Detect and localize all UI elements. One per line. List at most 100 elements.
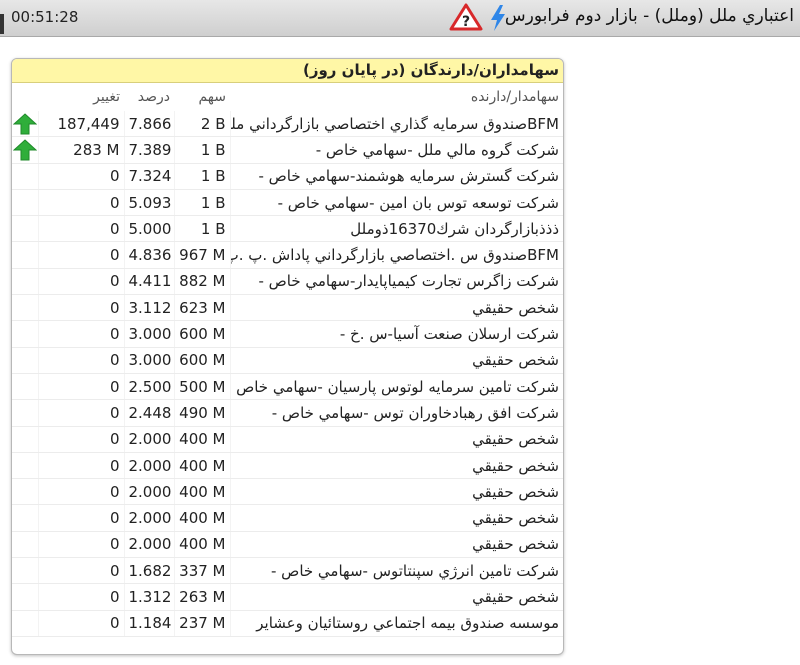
holder-name-cell: شركت گسترش سرمايه هوشمند-سهامي خاص -: [230, 163, 563, 190]
header-holder[interactable]: سهامدار/دارنده: [230, 83, 563, 111]
trend-cell: [12, 189, 39, 217]
trend-cell: [12, 347, 39, 374]
holder-name-cell: شركت تامين انرژي سپنتاتوس -سهامي خاص -: [230, 557, 563, 585]
table-body: 187,449 7.866 2 B BFMصندوق سرمايه گذاري اخت…: [12, 111, 563, 637]
trend-cell: [12, 215, 39, 243]
table-row[interactable]: 0 2.500 500 M شركت تامين سرمايه لوتوس پارسي…: [12, 373, 563, 401]
percent-cell: 5.093: [124, 189, 175, 217]
trend-cell: [12, 610, 39, 637]
table-row[interactable]: 0 2.000 400 M شخص حقيقي: [12, 452, 563, 480]
table-row[interactable]: 0 1.682 337 M شركت تامين انرژي سپنتاتوس -سه…: [12, 557, 563, 585]
share-cell: 2 B: [174, 111, 231, 138]
change-cell: 0: [38, 531, 125, 559]
table-row[interactable]: 0 3.112 623 M شخص حقيقي: [12, 294, 563, 322]
table-row[interactable]: 0 3.000 600 M شخص حقيقي: [12, 347, 563, 374]
percent-cell: 5.000: [124, 215, 175, 243]
table-row[interactable]: 0 1.312 263 M شخص حقيقي: [12, 583, 563, 611]
table-row[interactable]: 0 4.836 967 M BFMصندوق س .اختصاصي بازارگردا…: [12, 241, 563, 269]
change-cell: 187,449: [38, 111, 125, 138]
percent-cell: 3.112: [124, 294, 175, 322]
percent-cell: 2.000: [124, 452, 175, 480]
percent-cell: 3.000: [124, 347, 175, 374]
share-cell: 400 M: [174, 531, 231, 559]
svg-text:?: ?: [462, 14, 470, 30]
table-row[interactable]: 0 2.000 400 M شخص حقيقي: [12, 504, 563, 532]
trend-cell: [12, 399, 39, 427]
change-cell: 0: [38, 215, 125, 243]
green-up-arrow-icon: [12, 112, 37, 135]
change-cell: 0: [38, 610, 125, 637]
change-cell: 283 M: [38, 136, 125, 164]
table-row[interactable]: 0 1.184 237 M موسسه صندوق بيمه اجتماعي روست…: [12, 610, 563, 637]
share-cell: 400 M: [174, 426, 231, 453]
window-edge: [0, 14, 4, 34]
warning-question-icon[interactable]: ?: [449, 3, 483, 31]
percent-cell: 3.000: [124, 320, 175, 348]
table-row[interactable]: 0 2.000 400 M شخص حقيقي: [12, 426, 563, 453]
table-row[interactable]: 0 3.000 600 M شركت ارسلان صنعت آسيا-س .خ -: [12, 320, 563, 348]
share-cell: 967 M: [174, 241, 231, 269]
percent-cell: 2.000: [124, 504, 175, 532]
percent-cell: 2.000: [124, 478, 175, 506]
panel-title: سهامداران/دارندگان (در پايان روز): [12, 59, 563, 83]
holder-name-cell: BFMصندوق سرمايه گذاري اختصاصي بازارگردان…: [230, 111, 563, 138]
table-header-row: تغيير درصد سهم سهامدار/دارنده: [12, 83, 563, 111]
shareholders-panel: سهامداران/دارندگان (در پايان روز) تغيير …: [11, 58, 564, 655]
holder-name-cell: شركت توسعه توس بان امين -سهامي خاص -: [230, 189, 563, 217]
trend-cell: [12, 583, 39, 611]
percent-cell: 2.448: [124, 399, 175, 427]
share-cell: 1 B: [174, 136, 231, 164]
title-bar: 00:51:28 ? اعتباري ملل (وملل) - بازار دو…: [0, 0, 800, 37]
holder-name-cell: شركت تامين سرمايه لوتوس پارسيان -سهامي خ…: [230, 373, 563, 401]
holder-name-cell: شخص حقيقي: [230, 426, 563, 453]
percent-cell: 1.682: [124, 557, 175, 585]
percent-cell: 7.866: [124, 111, 175, 138]
trend-cell: [12, 136, 39, 164]
percent-cell: 2.000: [124, 531, 175, 559]
trend-cell: [12, 241, 39, 269]
trend-cell: [12, 504, 39, 532]
trend-cell: [12, 268, 39, 296]
table-row[interactable]: 0 4.411 882 M شركت زاگرس تجارت كيمياپايدار-…: [12, 268, 563, 296]
table-row[interactable]: 187,449 7.866 2 B BFMصندوق سرمايه گذاري اخت…: [12, 111, 563, 138]
table-row[interactable]: 0 2.448 490 M شركت افق رهبادخاوران توس -سها…: [12, 399, 563, 427]
table-row[interactable]: 0 5.093 1 B شركت توسعه توس بان امين -سهامي …: [12, 189, 563, 217]
share-cell: 600 M: [174, 320, 231, 348]
share-cell: 400 M: [174, 478, 231, 506]
header-change[interactable]: تغيير: [38, 83, 124, 111]
holder-name-cell: شخص حقيقي: [230, 347, 563, 374]
header-percent[interactable]: درصد: [124, 83, 174, 111]
trend-cell: [12, 557, 39, 585]
percent-cell: 1.184: [124, 610, 175, 637]
trend-cell: [12, 426, 39, 453]
change-cell: 0: [38, 557, 125, 585]
share-cell: 623 M: [174, 294, 231, 322]
change-cell: 0: [38, 504, 125, 532]
table-row[interactable]: 0 7.324 1 B شركت گسترش سرمايه هوشمند-سهامي …: [12, 163, 563, 190]
trend-cell: [12, 111, 39, 138]
change-cell: 0: [38, 452, 125, 480]
table-row[interactable]: 0 2.000 400 M شخص حقيقي: [12, 531, 563, 559]
holder-name-cell: ذذذبازارگردان شرك16370ذوملل: [230, 215, 563, 243]
holder-name-cell: شخص حقيقي: [230, 583, 563, 611]
trend-cell: [12, 320, 39, 348]
table-row[interactable]: 0 2.000 400 M شخص حقيقي: [12, 478, 563, 506]
trend-cell: [12, 452, 39, 480]
change-cell: 0: [38, 478, 125, 506]
trend-cell: [12, 163, 39, 190]
share-cell: 600 M: [174, 347, 231, 374]
change-cell: 0: [38, 163, 125, 190]
trend-cell: [12, 373, 39, 401]
percent-cell: 4.836: [124, 241, 175, 269]
table-row[interactable]: 0 5.000 1 B ذذذبازارگردان شرك16370ذوملل: [12, 215, 563, 243]
percent-cell: 1.312: [124, 583, 175, 611]
holder-name-cell: شركت ارسلان صنعت آسيا-س .خ -: [230, 320, 563, 348]
trend-cell: [12, 531, 39, 559]
change-cell: 0: [38, 426, 125, 453]
holder-name-cell: شخص حقيقي: [230, 452, 563, 480]
share-cell: 237 M: [174, 610, 231, 637]
header-share[interactable]: سهم: [174, 83, 230, 111]
table-row[interactable]: 283 M 7.389 1 B شركت گروه مالي ملل -سهامي خ…: [12, 136, 563, 164]
green-up-arrow-icon: [12, 139, 37, 161]
holder-name-cell: شخص حقيقي: [230, 478, 563, 506]
